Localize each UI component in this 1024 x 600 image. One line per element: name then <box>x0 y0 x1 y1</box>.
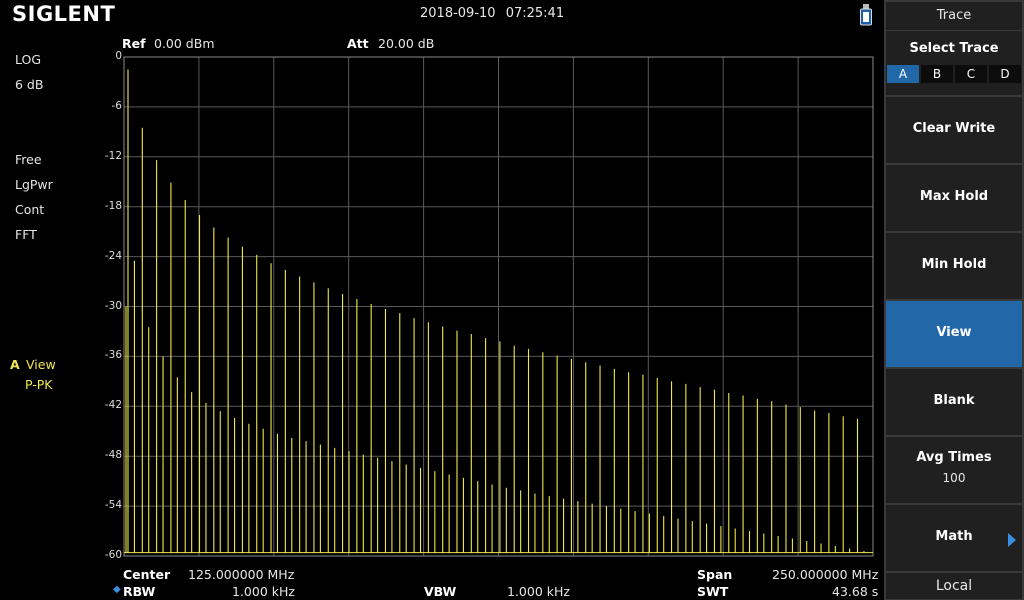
min-hold-label: Min Hold <box>921 257 987 272</box>
trace-option-a[interactable]: A <box>887 65 919 83</box>
vbw-value[interactable]: 1.000 kHz <box>507 584 570 599</box>
view-label: View <box>936 325 972 340</box>
rbw-label: RBW <box>123 584 156 599</box>
bottom-info-bar: Center 125.000000 MHz Span 250.000000 MH… <box>0 564 884 600</box>
view-key[interactable]: View <box>886 301 1022 367</box>
math-label: Math <box>935 529 973 544</box>
span-label: Span <box>697 567 733 582</box>
avg-times-key[interactable]: Avg Times 100 <box>886 437 1022 503</box>
avg-times-label: Avg Times <box>916 450 992 465</box>
span-value[interactable]: 250.000000 MHz <box>772 567 878 582</box>
blank-label: Blank <box>933 393 975 408</box>
center-frequency-value[interactable]: 125.000000 MHz <box>188 567 294 582</box>
rbw-auto-icon: ◆ <box>113 584 121 595</box>
swt-value[interactable]: 43.68 s <box>832 584 878 599</box>
menu-title: Trace <box>886 2 1022 30</box>
clear-write-label: Clear Write <box>912 121 996 136</box>
max-hold-label: Max Hold <box>919 189 989 204</box>
trace-option-d[interactable]: D <box>989 65 1021 83</box>
trace-option-c[interactable]: C <box>955 65 987 83</box>
max-hold-key[interactable]: Max Hold <box>886 165 1022 231</box>
clear-write-key[interactable]: Clear Write <box>886 97 1022 163</box>
trace-option-row: A B C D <box>886 65 1022 83</box>
softkey-menu: Trace Select Trace A B C D Clear Write M… <box>884 0 1024 600</box>
plot-grid <box>123 56 874 557</box>
select-trace-key[interactable]: Select Trace A B C D <box>886 31 1022 95</box>
blank-key[interactable]: Blank <box>886 369 1022 435</box>
rbw-value[interactable]: 1.000 kHz <box>232 584 295 599</box>
swt-label: SWT <box>697 584 729 599</box>
min-hold-key[interactable]: Min Hold <box>886 233 1022 299</box>
trace-option-b[interactable]: B <box>921 65 953 83</box>
select-trace-label: Select Trace <box>909 41 999 56</box>
submenu-arrow-icon <box>1008 533 1016 547</box>
vbw-label: VBW <box>424 584 457 599</box>
center-label: Center <box>123 567 171 582</box>
avg-times-value: 100 <box>942 471 966 485</box>
spectrum-plot[interactable] <box>0 0 884 564</box>
local-status[interactable]: Local <box>886 573 1022 599</box>
math-key[interactable]: Math <box>886 505 1022 571</box>
